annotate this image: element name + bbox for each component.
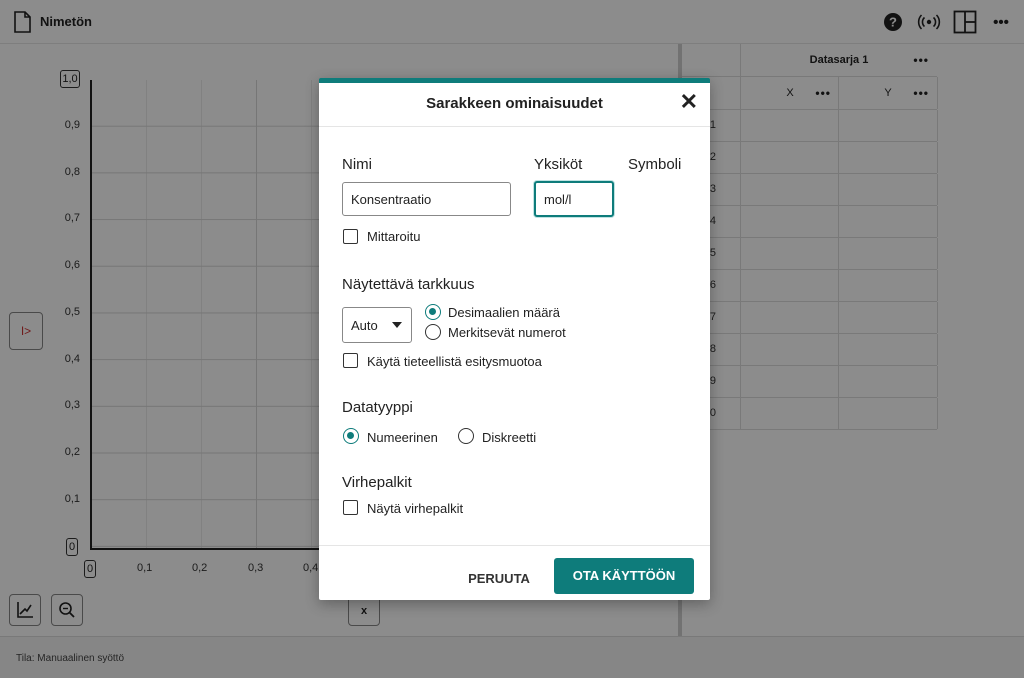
precision-select[interactable]: Auto <box>342 307 412 343</box>
radio-significant[interactable] <box>425 324 441 340</box>
cancel-button[interactable]: PERUUTA <box>459 561 539 597</box>
name-label: Nimi <box>342 156 372 173</box>
radio-discrete[interactable] <box>458 428 474 444</box>
radio-numeric[interactable] <box>343 428 359 444</box>
dialog-footer-divider <box>319 545 710 546</box>
radio-decimals[interactable] <box>425 304 441 320</box>
radio-decimals-label: Desimaalien määrä <box>448 305 560 320</box>
scientific-label: Käytä tieteellistä esitysmuotoa <box>367 354 542 369</box>
units-label: Yksiköt <box>534 156 583 173</box>
close-icon[interactable]: ✕ <box>680 91 698 113</box>
precision-select-value: Auto <box>351 317 378 333</box>
radio-numeric-label: Numeerinen <box>367 430 438 445</box>
errorbars-heading: Virhepalkit <box>342 474 412 491</box>
dialog-header: Sarakkeen ominaisuudet ✕ <box>319 83 710 127</box>
units-input[interactable] <box>534 181 614 217</box>
scientific-checkbox[interactable] <box>343 353 358 368</box>
errorbars-label: Näytä virhepalkit <box>367 501 464 516</box>
dialog-title: Sarakkeen ominaisuudet <box>426 95 603 112</box>
datatype-heading: Datatyyppi <box>342 399 413 416</box>
column-properties-dialog: Sarakkeen ominaisuudet ✕ Nimi Yksiköt Sy… <box>319 78 710 600</box>
radio-discrete-label: Diskreetti <box>482 430 537 445</box>
precision-heading: Näytettävä tarkkuus <box>342 276 475 293</box>
measured-label: Mittaroitu <box>367 229 421 244</box>
measured-checkbox[interactable] <box>343 229 358 244</box>
name-input[interactable] <box>342 182 511 216</box>
errorbars-checkbox[interactable] <box>343 500 358 515</box>
radio-significant-label: Merkitsevät numerot <box>448 325 566 340</box>
symbol-label: Symboli <box>628 156 682 173</box>
apply-button[interactable]: OTA KÄYTTÖÖN <box>554 558 694 594</box>
chevron-down-icon <box>392 322 402 328</box>
